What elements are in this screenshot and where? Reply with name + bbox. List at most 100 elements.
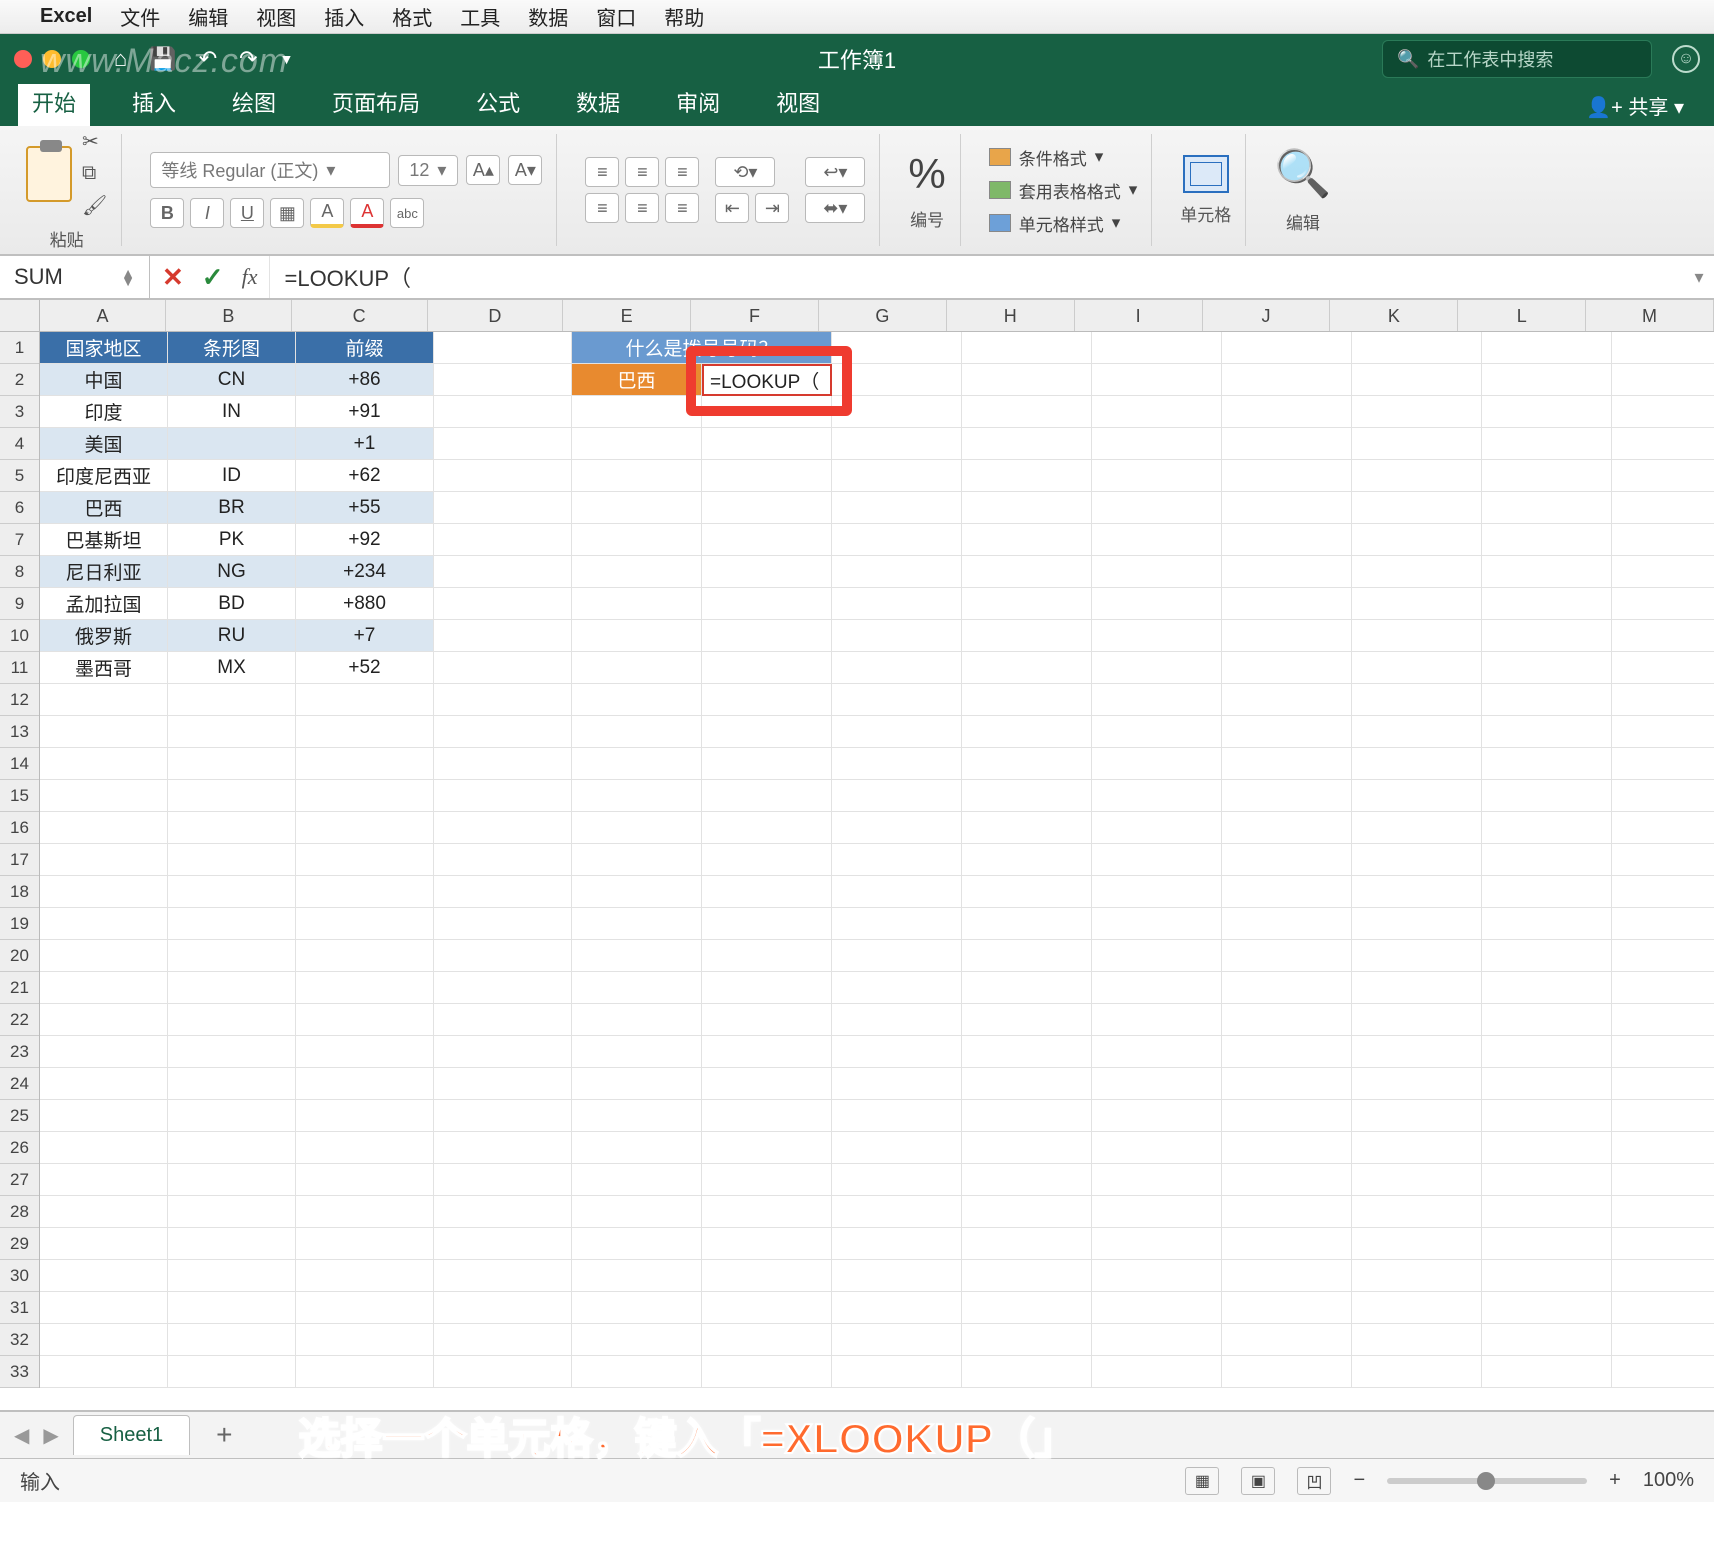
cell-D24[interactable] [434,1068,572,1100]
cell-G19[interactable] [832,908,962,940]
cell-A12[interactable] [40,684,168,716]
cell-H17[interactable] [962,844,1092,876]
cell-J13[interactable] [1222,716,1352,748]
cell-D3[interactable] [434,396,572,428]
cell-C11[interactable]: +52 [296,652,434,684]
row-header-18[interactable]: 18 [0,876,39,908]
cell-K23[interactable] [1352,1036,1482,1068]
cell-A23[interactable] [40,1036,168,1068]
tab-layout[interactable]: 页面布局 [318,80,434,126]
cell-G29[interactable] [832,1228,962,1260]
cell-M10[interactable] [1612,620,1714,652]
minimize-window-icon[interactable] [43,50,61,68]
cancel-formula-icon[interactable]: ✕ [162,262,184,293]
cell-A13[interactable] [40,716,168,748]
cell-M9[interactable] [1612,588,1714,620]
cell-H6[interactable] [962,492,1092,524]
bold-button[interactable]: B [150,198,184,228]
cell-I33[interactable] [1092,1356,1222,1388]
cell-I1[interactable] [1092,332,1222,364]
cell-M7[interactable] [1612,524,1714,556]
cell-L13[interactable] [1482,716,1612,748]
cell-A8[interactable]: 尼日利亚 [40,556,168,588]
cell-I24[interactable] [1092,1068,1222,1100]
cell-G23[interactable] [832,1036,962,1068]
menu-help[interactable]: 帮助 [664,2,704,31]
cell-K12[interactable] [1352,684,1482,716]
menu-window[interactable]: 窗口 [596,2,636,31]
cell-K14[interactable] [1352,748,1482,780]
cell-E20[interactable] [572,940,702,972]
cell-F26[interactable] [702,1132,832,1164]
cell-E33[interactable] [572,1356,702,1388]
row-header-31[interactable]: 31 [0,1292,39,1324]
cell-E23[interactable] [572,1036,702,1068]
next-sheet-icon[interactable]: ▶ [43,1423,58,1448]
cell-L12[interactable] [1482,684,1612,716]
cell-J6[interactable] [1222,492,1352,524]
cell-M25[interactable] [1612,1100,1714,1132]
cell-C18[interactable] [296,876,434,908]
cell-H15[interactable] [962,780,1092,812]
cell-C30[interactable] [296,1260,434,1292]
cell-I19[interactable] [1092,908,1222,940]
cell-L5[interactable] [1482,460,1612,492]
col-header-C[interactable]: C [292,300,428,331]
cell-F31[interactable] [702,1292,832,1324]
format-painter-icon[interactable]: 🖌 [82,193,107,218]
cell-I29[interactable] [1092,1228,1222,1260]
cell-B12[interactable] [168,684,296,716]
cell-J1[interactable] [1222,332,1352,364]
menu-data[interactable]: 数据 [528,2,568,31]
cell-C8[interactable]: +234 [296,556,434,588]
cell-E30[interactable] [572,1260,702,1292]
cell-D32[interactable] [434,1324,572,1356]
row-header-15[interactable]: 15 [0,780,39,812]
search-input[interactable]: 🔍 在工作表中搜索 [1382,40,1652,78]
paste-icon[interactable] [26,146,72,202]
cell-B14[interactable] [168,748,296,780]
menu-tools[interactable]: 工具 [460,2,500,31]
tab-draw[interactable]: 绘图 [218,80,290,126]
wrap-text-button[interactable]: ↩▾ [805,157,865,187]
cell-H18[interactable] [962,876,1092,908]
cell-A7[interactable]: 巴基斯坦 [40,524,168,556]
cell-I32[interactable] [1092,1324,1222,1356]
cell-C27[interactable] [296,1164,434,1196]
cell-A1[interactable]: 国家地区 [40,332,168,364]
row-header-11[interactable]: 11 [0,652,39,684]
cell-G20[interactable] [832,940,962,972]
cell-K8[interactable] [1352,556,1482,588]
menu-edit[interactable]: 编辑 [188,2,228,31]
cell-J22[interactable] [1222,1004,1352,1036]
cell-F16[interactable] [702,812,832,844]
cell-J31[interactable] [1222,1292,1352,1324]
cell-A3[interactable]: 印度 [40,396,168,428]
cell-C29[interactable] [296,1228,434,1260]
cell-H30[interactable] [962,1260,1092,1292]
cell-B11[interactable]: MX [168,652,296,684]
row-header-30[interactable]: 30 [0,1260,39,1292]
cell-F30[interactable] [702,1260,832,1292]
cell-J2[interactable] [1222,364,1352,396]
tab-home[interactable]: 开始 [18,80,90,126]
tab-view[interactable]: 视图 [762,80,834,126]
cell-D7[interactable] [434,524,572,556]
cell-F2[interactable]: =LOOKUP（ [702,364,832,396]
cell-K10[interactable] [1352,620,1482,652]
cell-I30[interactable] [1092,1260,1222,1292]
font-name-combo[interactable]: 等线 Regular (正文) ▾ [150,152,390,188]
cell-M17[interactable] [1612,844,1714,876]
col-header-G[interactable]: G [819,300,947,331]
cell-H20[interactable] [962,940,1092,972]
cell-B8[interactable]: NG [168,556,296,588]
cell-F19[interactable] [702,908,832,940]
cell-D12[interactable] [434,684,572,716]
home-icon[interactable]: ⌂ [114,46,127,72]
cell-I4[interactable] [1092,428,1222,460]
cell-L15[interactable] [1482,780,1612,812]
cell-E31[interactable] [572,1292,702,1324]
cell-H10[interactable] [962,620,1092,652]
cell-G10[interactable] [832,620,962,652]
cell-H19[interactable] [962,908,1092,940]
